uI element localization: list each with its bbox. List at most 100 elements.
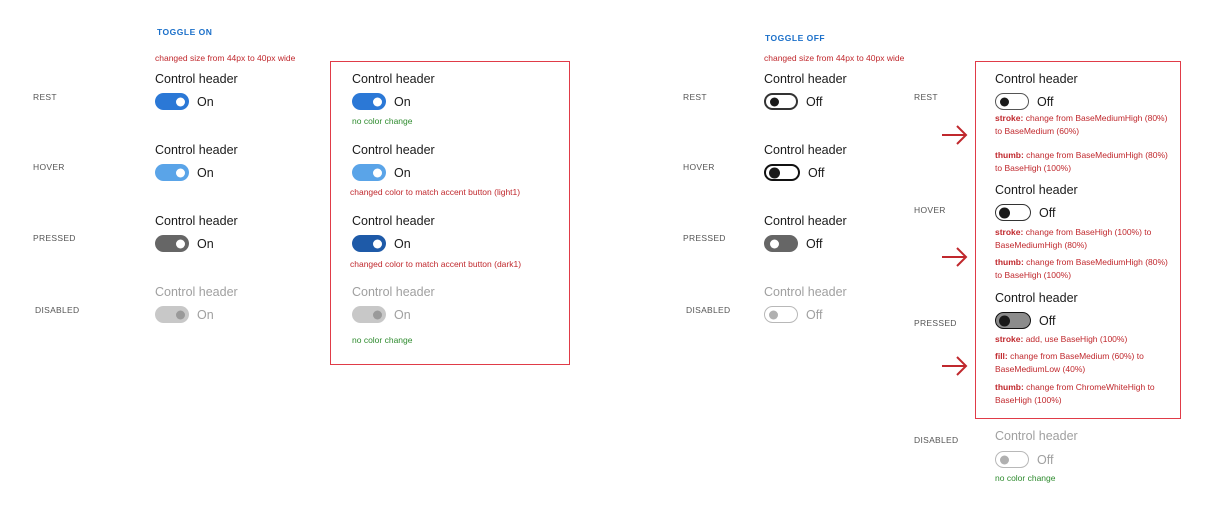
toggle-on-title: TOGGLE ON [157, 27, 213, 37]
state-label-pressed: PRESSED [33, 233, 76, 243]
state-label-hover: HOVER [914, 205, 946, 215]
toggle-on-size-note: changed size from 44px to 40px wide [155, 53, 296, 63]
state-label-disabled: DISABLED [686, 305, 731, 315]
toggle-track[interactable] [352, 93, 386, 110]
toggle-thumb [769, 310, 778, 319]
control-header-disabled: Control header [352, 285, 435, 299]
right-arrow-icon [942, 356, 968, 376]
toggle-value-label: On [197, 236, 214, 251]
control-header: Control header [764, 143, 847, 157]
toggle-track[interactable] [764, 235, 798, 252]
note-pressed-fill: fill: change from BaseMedium (60%) to Ba… [995, 350, 1175, 375]
state-label-disabled: DISABLED [914, 435, 959, 445]
toggle-on-pressed-new[interactable]: On [352, 235, 411, 252]
toggle-thumb [770, 239, 779, 248]
control-header: Control header [995, 72, 1078, 86]
toggle-off-pressed-new[interactable]: Off [995, 312, 1055, 329]
control-header: Control header [764, 72, 847, 86]
toggle-off-pressed-old[interactable]: Off [764, 235, 822, 252]
toggle-track [764, 306, 798, 323]
toggle-track[interactable] [995, 93, 1029, 110]
toggle-thumb [373, 310, 382, 319]
control-header: Control header [352, 214, 435, 228]
toggle-track[interactable] [155, 164, 189, 181]
note-hover-stroke: stroke: change from BaseHigh (100%) to B… [995, 226, 1175, 251]
toggle-value-label: On [197, 307, 214, 322]
note-pressed-thumb: thumb: change from ChromeWhiteHigh to Ba… [995, 381, 1175, 406]
toggle-value-label: Off [806, 307, 823, 322]
toggle-on-rest-old[interactable]: On [155, 93, 214, 110]
toggle-track[interactable] [764, 93, 798, 110]
note-key: fill: [995, 351, 1008, 361]
state-label-rest: REST [914, 92, 938, 102]
toggle-track [155, 306, 189, 323]
toggle-on-hover-new[interactable]: On [352, 164, 411, 181]
toggle-track [352, 306, 386, 323]
toggle-off-size-note: changed size from 44px to 40px wide [764, 53, 905, 63]
toggle-value-label: On [197, 94, 214, 109]
control-header: Control header [352, 72, 435, 86]
control-header: Control header [155, 72, 238, 86]
toggle-thumb [1000, 455, 1009, 464]
toggle-on-disabled-old: On [155, 306, 214, 323]
toggle-on-rest-new[interactable]: On [352, 93, 411, 110]
toggle-on-hover-old[interactable]: On [155, 164, 214, 181]
note-disabled: no color change [352, 335, 413, 345]
state-label-pressed: PRESSED [914, 318, 957, 328]
toggle-thumb [769, 167, 780, 178]
toggle-track[interactable] [155, 235, 189, 252]
control-header: Control header [155, 143, 238, 157]
note-key: stroke: [995, 334, 1024, 344]
note-hover-thumb: thumb: change from BaseMediumHigh (80%) … [995, 256, 1175, 281]
toggle-track[interactable] [352, 164, 386, 181]
toggle-track[interactable] [352, 235, 386, 252]
control-header: Control header [155, 214, 238, 228]
toggle-track[interactable] [995, 204, 1031, 221]
toggle-off-rest-old[interactable]: Off [764, 93, 822, 110]
note-rest-thumb: thumb: change from BaseMediumHigh (80%) … [995, 149, 1175, 174]
toggle-thumb [1000, 97, 1009, 106]
toggle-on-pressed-old[interactable]: On [155, 235, 214, 252]
note-disabled: no color change [995, 473, 1056, 483]
toggle-value-label: On [394, 236, 411, 251]
note-rest-stroke: stroke: change from BaseMediumHigh (80%)… [995, 112, 1170, 137]
note-key: thumb: [995, 150, 1024, 160]
state-label-rest: REST [33, 92, 57, 102]
toggle-value-label: On [394, 94, 411, 109]
toggle-off-disabled-old: Off [764, 306, 822, 323]
toggle-value-label: On [197, 165, 214, 180]
right-arrow-icon [942, 125, 968, 145]
state-label-hover: HOVER [683, 162, 715, 172]
toggle-value-label: Off [1039, 205, 1056, 220]
toggle-thumb [373, 168, 382, 177]
note-pressed: changed color to match accent button (da… [350, 259, 522, 269]
control-header: Control header [764, 214, 847, 228]
note-key: thumb: [995, 257, 1024, 267]
toggle-off-hover-new[interactable]: Off [995, 204, 1055, 221]
toggle-track[interactable] [995, 312, 1031, 329]
control-header-disabled: Control header [155, 285, 238, 299]
control-header: Control header [995, 183, 1078, 197]
toggle-value-label: Off [1039, 313, 1056, 328]
control-header: Control header [995, 291, 1078, 305]
toggle-thumb [176, 97, 185, 106]
toggle-track[interactable] [155, 93, 189, 110]
toggle-track[interactable] [764, 164, 800, 181]
toggle-off-hover-old[interactable]: Off [764, 164, 824, 181]
toggle-on-disabled-new: On [352, 306, 411, 323]
toggle-off-title: TOGGLE OFF [765, 33, 826, 43]
note-key: stroke: [995, 113, 1024, 123]
note-hover: changed color to match accent button (li… [350, 187, 521, 197]
toggle-off-rest-new[interactable]: Off [995, 93, 1053, 110]
state-label-rest: REST [683, 92, 707, 102]
control-header: Control header [352, 143, 435, 157]
control-header-disabled: Control header [995, 429, 1078, 443]
toggle-value-label: On [394, 307, 411, 322]
note-text: add, use BaseHigh (100%) [1023, 334, 1128, 344]
note-pressed-stroke: stroke: add, use BaseHigh (100%) [995, 333, 1175, 346]
toggle-thumb [373, 97, 382, 106]
note-rest: no color change [352, 116, 413, 126]
toggle-value-label: On [394, 165, 411, 180]
toggle-thumb [373, 239, 382, 248]
toggle-thumb [999, 207, 1010, 218]
